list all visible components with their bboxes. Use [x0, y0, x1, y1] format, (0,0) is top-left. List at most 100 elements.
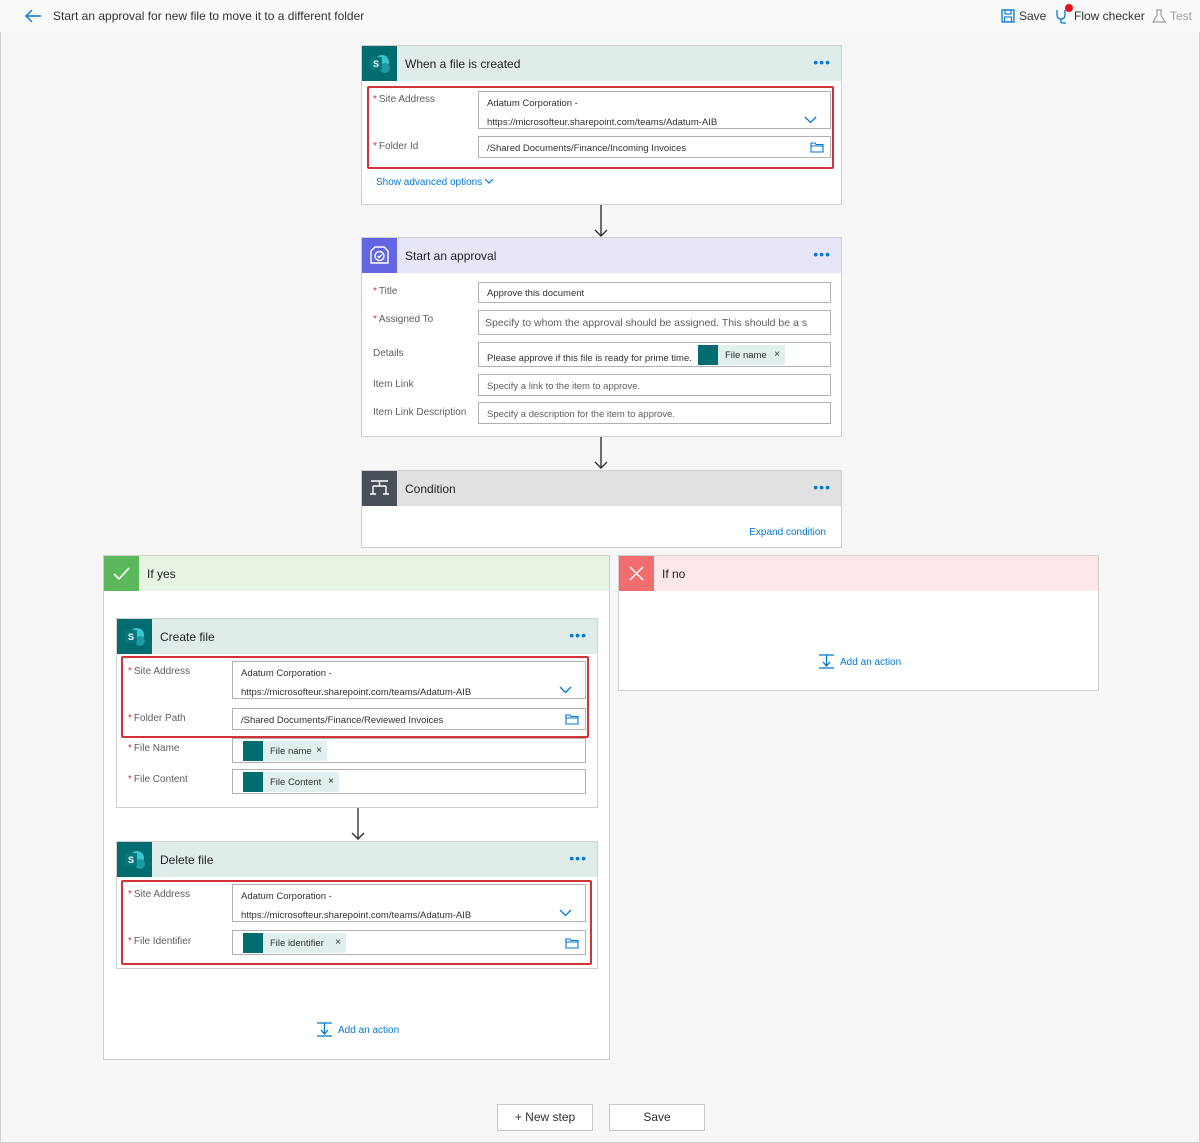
flow-arrow [594, 437, 608, 469]
add-action-link[interactable]: Add an action [338, 1025, 399, 1036]
add-action-icon[interactable] [818, 654, 835, 669]
create-file-header[interactable]: S Create file ••• [117, 619, 597, 654]
site-address-url: https://microsofteur.sharepoint.com/team… [241, 687, 472, 698]
title-field[interactable]: Approve this document [478, 282, 831, 303]
create-file-card: S Create file ••• * Site Address Adatum C… [116, 618, 598, 808]
token-label: File identifier [270, 938, 324, 949]
file-name-token[interactable]: File name × [243, 741, 327, 761]
site-address-label: * Site Address [373, 94, 436, 105]
sharepoint-icon: S [362, 46, 397, 81]
file-content-label: * File Content [128, 774, 188, 785]
test-button[interactable]: Test [1170, 9, 1192, 23]
more-options-icon[interactable]: ••• [813, 55, 831, 69]
folder-icon[interactable] [565, 937, 579, 949]
file-identifier-field[interactable]: File identifier × [232, 930, 586, 955]
folder-path-value: /Shared Documents/Finance/Reviewed Invoi… [241, 715, 444, 726]
folder-id-field[interactable]: /Shared Documents/Finance/Incoming Invoi… [478, 136, 831, 158]
show-advanced-options-link[interactable]: Show advanced options [376, 177, 482, 188]
folder-path-label: * Folder Path [128, 713, 186, 724]
checkmark-icon [104, 556, 139, 591]
chevron-down-icon[interactable] [484, 178, 494, 185]
more-options-icon[interactable]: ••• [813, 247, 831, 261]
folder-path-field[interactable]: /Shared Documents/Finance/Reviewed Invoi… [232, 708, 586, 730]
chevron-down-icon[interactable] [559, 909, 572, 917]
new-step-button[interactable]: + New step [497, 1104, 593, 1131]
flow-checker-button[interactable]: Flow checker [1074, 9, 1145, 23]
expand-condition-link[interactable]: Expand condition [749, 527, 826, 538]
more-options-icon[interactable]: ••• [813, 480, 831, 494]
item-link-description-placeholder: Specify a description for the item to ap… [487, 409, 675, 420]
site-address-field[interactable]: Adatum Corporation - https://microsofteu… [232, 884, 586, 922]
folder-id-label: * Folder Id [373, 141, 419, 152]
item-link-description-field[interactable]: Specify a description for the item to ap… [478, 402, 831, 424]
back-arrow-icon[interactable] [24, 8, 42, 24]
item-link-field[interactable]: Specify a link to the item to approve. [478, 374, 831, 396]
more-options-icon[interactable]: ••• [569, 851, 587, 865]
remove-token-icon[interactable]: × [316, 745, 322, 756]
folder-icon[interactable] [565, 713, 579, 725]
assigned-to-placeholder: Specify to whom the approval should be a… [485, 317, 808, 329]
details-value: Please approve if this file is ready for… [487, 353, 692, 364]
site-address-label: * Site Address [128, 666, 191, 677]
condition-title: Condition [405, 482, 456, 496]
approval-header[interactable]: Start an approval ••• [362, 238, 841, 273]
trigger-header[interactable]: S When a file is created ••• [362, 46, 841, 81]
file-name-field[interactable]: File name × [232, 738, 586, 763]
sharepoint-icon: S [117, 619, 152, 654]
if-yes-branch: If yes S Create file ••• * Site Address A… [103, 555, 610, 1060]
approval-card: Start an approval ••• * Title Approve thi… [361, 237, 842, 437]
file-name-token[interactable]: File name × [698, 345, 785, 365]
site-address-name: Adatum Corporation - [241, 668, 332, 679]
condition-header[interactable]: Condition ••• [362, 471, 841, 506]
if-no-header[interactable]: If no [619, 556, 1098, 591]
svg-text:S: S [373, 59, 379, 69]
folder-icon[interactable] [810, 141, 824, 153]
file-content-field[interactable]: File Content × [232, 769, 586, 794]
site-address-field[interactable]: Adatum Corporation - https://microsofteu… [232, 661, 586, 699]
flow-arrow [594, 205, 608, 237]
token-label: File name [725, 350, 767, 361]
sharepoint-icon [243, 933, 263, 953]
site-address-url: https://microsofteur.sharepoint.com/team… [241, 910, 472, 921]
delete-file-header[interactable]: S Delete file ••• [117, 842, 597, 877]
remove-token-icon[interactable]: × [328, 776, 334, 787]
approval-icon [362, 238, 397, 273]
condition-card: Condition ••• Expand condition [361, 470, 842, 548]
site-address-name: Adatum Corporation - [487, 98, 578, 109]
delete-file-card: S Delete file ••• * Site Address Adatum C… [116, 841, 598, 969]
more-options-icon[interactable]: ••• [569, 628, 587, 642]
file-identifier-label: * File Identifier [128, 936, 192, 947]
file-identifier-token[interactable]: File identifier × [243, 933, 346, 953]
token-label: File name [270, 746, 312, 757]
if-no-title: If no [662, 567, 686, 581]
trigger-title: When a file is created [405, 57, 521, 71]
save-button[interactable]: Save [1019, 9, 1046, 23]
close-icon [619, 556, 654, 591]
site-address-label: * Site Address [128, 889, 191, 900]
if-yes-title: If yes [147, 567, 176, 581]
svg-text:S: S [128, 855, 134, 865]
title-value: Approve this document [487, 288, 585, 299]
add-action-icon[interactable] [316, 1022, 333, 1037]
flow-title: Start an approval for new file to move i… [53, 9, 365, 23]
flow-arrow [351, 808, 365, 840]
site-address-field[interactable]: Adatum Corporation - https://microsofteu… [478, 91, 831, 129]
if-yes-header[interactable]: If yes [104, 556, 609, 591]
token-label: File Content [270, 777, 322, 788]
chevron-down-icon[interactable] [804, 116, 817, 124]
sharepoint-icon [243, 772, 263, 792]
save-disk-icon[interactable] [1000, 8, 1016, 24]
details-label: Details [373, 348, 404, 359]
save-footer-button[interactable]: Save [609, 1104, 705, 1131]
chevron-down-icon[interactable] [559, 686, 572, 694]
file-content-token[interactable]: File Content × [243, 772, 339, 792]
create-file-title: Create file [160, 630, 215, 644]
error-dot [1065, 4, 1073, 12]
assigned-to-field[interactable]: Specify to whom the approval should be a… [478, 310, 831, 335]
sharepoint-icon [243, 741, 263, 761]
remove-token-icon[interactable]: × [335, 937, 341, 948]
remove-token-icon[interactable]: × [774, 349, 780, 360]
sharepoint-icon [698, 345, 718, 365]
details-field[interactable]: Please approve if this file is ready for… [478, 342, 831, 367]
add-action-link[interactable]: Add an action [840, 657, 901, 668]
